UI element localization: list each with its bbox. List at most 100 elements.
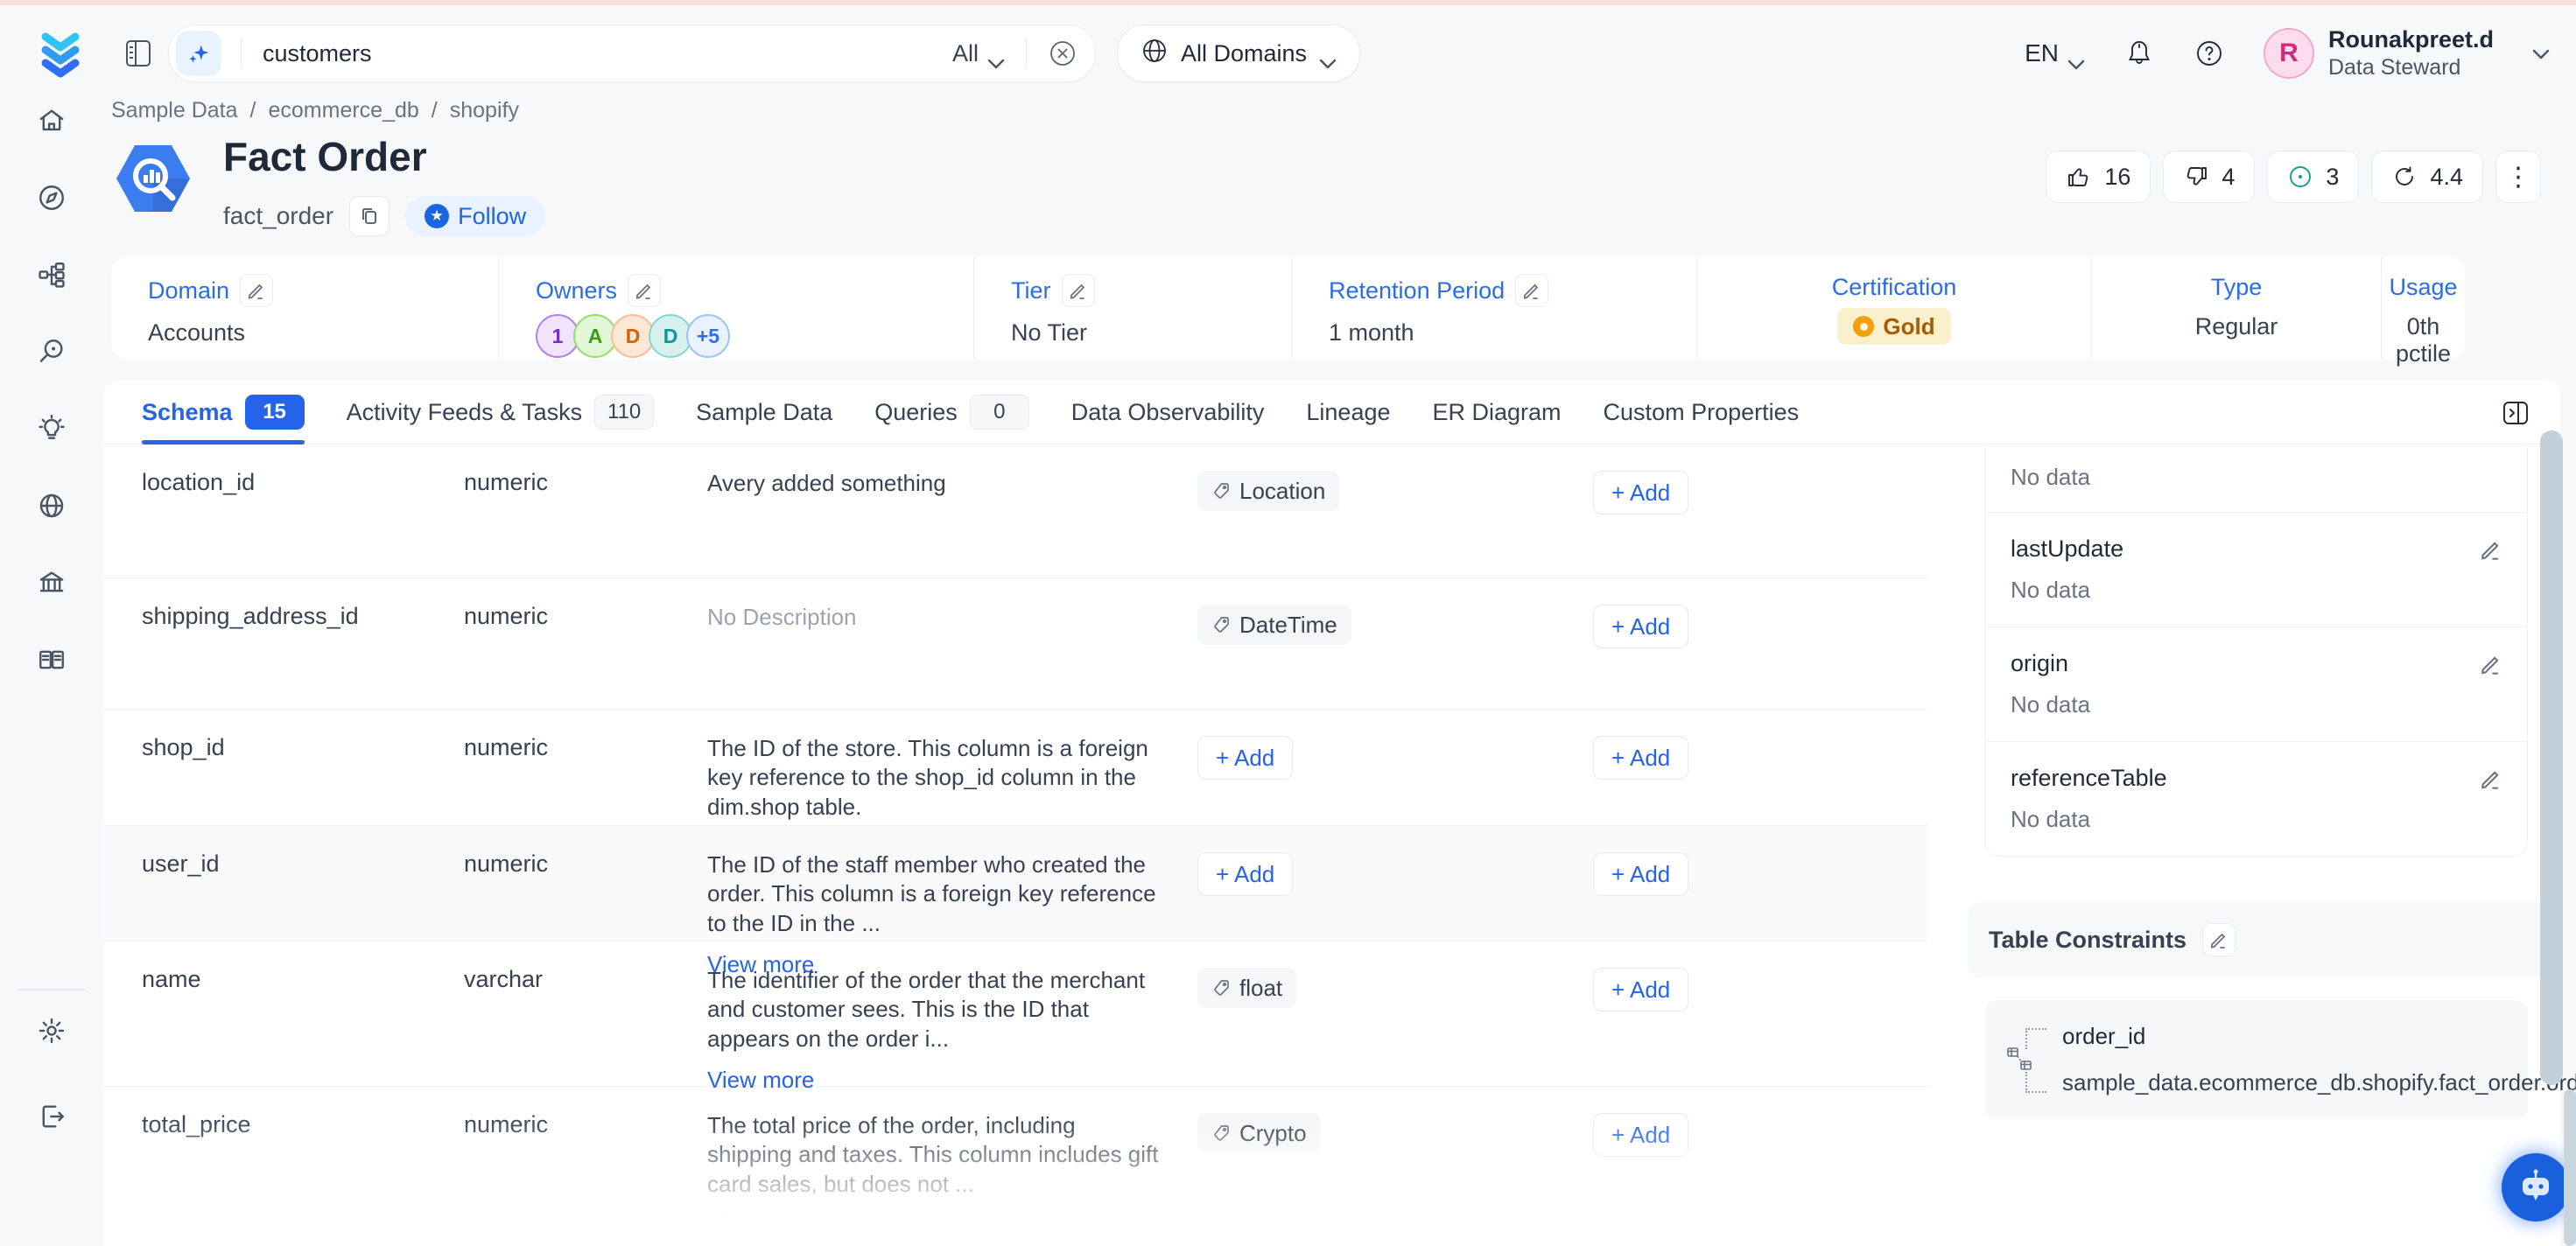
search-input[interactable] [261, 39, 952, 68]
domains-globe-icon[interactable] [36, 490, 67, 522]
logout-icon[interactable] [36, 1101, 67, 1132]
add-tag-button[interactable]: + Add [1197, 736, 1293, 780]
tab-custom-properties[interactable]: Custom Properties [1604, 381, 1800, 444]
tab-schema[interactable]: Schema15 [142, 381, 305, 444]
more-options-button[interactable]: ⋮ [2495, 150, 2541, 203]
insights-bulb-icon[interactable] [36, 413, 67, 444]
breadcrumb-link[interactable]: shopify [450, 98, 519, 123]
edit-domain-icon[interactable] [240, 274, 273, 307]
chevron-down-icon [987, 48, 1005, 59]
add-glossary-term-button[interactable]: + Add [1593, 605, 1688, 648]
search-scope-dropdown[interactable]: All [952, 40, 1005, 67]
retention-value: 1 month [1329, 319, 1696, 346]
column-description: The ID of the staff member who created t… [707, 851, 1156, 936]
property-value: No data [2011, 464, 2502, 491]
clear-search-icon[interactable] [1048, 38, 1077, 68]
column-type: numeric [464, 1111, 707, 1246]
notifications-bell-icon[interactable] [2123, 38, 2155, 69]
column-description: The ID of the store. This column is a fo… [707, 734, 1197, 825]
usage-value: 0th pctile [2382, 313, 2465, 368]
add-glossary-term-button[interactable]: + Add [1593, 852, 1688, 896]
tab-queries[interactable]: Queries0 [874, 381, 1029, 444]
view-more-link[interactable]: View more [707, 1211, 1162, 1240]
foreign-key-icon [2006, 1046, 2032, 1072]
view-more-link[interactable]: View more [707, 1066, 1162, 1095]
tag-icon [1211, 978, 1231, 998]
open-tasks-button[interactable]: 3 [2267, 150, 2359, 203]
property-row: origin No data [1986, 627, 2527, 742]
tab-data-observability[interactable]: Data Observability [1071, 381, 1265, 444]
page-scrollbar[interactable] [2564, 1089, 2576, 1246]
add-glossary-term-button[interactable]: + Add [1593, 1113, 1688, 1157]
custom-properties-card: No data lastUpdate No data origin [1985, 444, 2528, 857]
govern-bank-icon[interactable] [36, 567, 67, 598]
collapse-panel-icon[interactable] [2501, 398, 2530, 428]
medal-icon [1853, 316, 1874, 337]
edit-owners-icon[interactable] [628, 274, 661, 307]
tab-lineage[interactable]: Lineage [1306, 381, 1390, 444]
task-status-icon [2287, 164, 2313, 190]
foreign-key-constraint: order_id sample_data.ecommerce_db.shopif… [1985, 1000, 2528, 1119]
sidebar-toggle-icon[interactable] [124, 38, 152, 69]
help-icon[interactable] [2193, 38, 2225, 69]
edit-retention-icon[interactable] [1515, 274, 1548, 307]
follow-button[interactable]: ★ Follow [405, 196, 545, 236]
tag-chip[interactable]: Crypto [1197, 1113, 1321, 1153]
column-type: numeric [464, 850, 707, 979]
entity-header: Fact Order fact_order ★ Follow 16 4 [111, 131, 2541, 236]
retention-label: Retention Period [1329, 277, 1505, 304]
edit-constraints-icon[interactable] [2202, 923, 2236, 956]
domain-label: Domain [148, 277, 229, 304]
breadcrumb-link[interactable]: Sample Data [111, 98, 238, 123]
downvote-button[interactable]: 4 [2163, 150, 2255, 203]
add-glossary-term-button[interactable]: + Add [1593, 968, 1688, 1012]
tab-bar: Schema15 Activity Feeds & Tasks110 Sampl… [103, 381, 2560, 444]
table-row: shipping_address_id numeric No Descripti… [103, 578, 1927, 710]
app-logo[interactable] [33, 26, 88, 80]
panel-scrollbar[interactable] [2540, 430, 2563, 1085]
add-tag-button[interactable]: + Add [1197, 852, 1293, 896]
home-icon[interactable] [36, 105, 67, 136]
chat-bot-button[interactable] [2502, 1153, 2570, 1222]
settings-gear-icon[interactable] [36, 1015, 67, 1046]
left-nav-bottom [0, 989, 103, 1178]
edit-property-icon[interactable] [2480, 767, 2502, 790]
certification-badge: Gold [1837, 308, 1950, 345]
version-button[interactable]: 4.4 [2371, 150, 2483, 203]
add-glossary-term-button[interactable]: + Add [1593, 736, 1688, 780]
type-label: Type [2211, 274, 2263, 301]
upvote-button[interactable]: 16 [2046, 150, 2151, 203]
tag-icon [1211, 481, 1231, 500]
star-icon: ★ [425, 204, 449, 228]
owners-label: Owners [536, 277, 617, 304]
owner-avatar-more[interactable]: +5 [686, 314, 730, 358]
property-row: lastUpdate No data [1986, 513, 2527, 627]
explore-compass-icon[interactable] [36, 182, 67, 214]
breadcrumb-link[interactable]: ecommerce_db [268, 98, 418, 123]
breadcrumb-separator: / [250, 98, 256, 123]
user-menu[interactable]: R Rounakpreet.d Data Steward [2264, 25, 2550, 81]
edit-tier-icon[interactable] [1062, 274, 1095, 307]
tab-activity-feeds[interactable]: Activity Feeds & Tasks110 [347, 381, 655, 444]
tag-chip[interactable]: float [1197, 968, 1296, 1008]
edit-property-icon[interactable] [2480, 538, 2502, 561]
ai-sparkle-icon[interactable] [176, 31, 221, 76]
add-glossary-term-button[interactable]: + Add [1593, 471, 1688, 514]
left-nav [0, 105, 103, 721]
page-title: Fact Order [223, 133, 545, 180]
tag-chip[interactable]: DateTime [1197, 605, 1351, 645]
divider [241, 38, 242, 68]
tab-er-diagram[interactable]: ER Diagram [1433, 381, 1562, 444]
all-domains-button[interactable]: All Domains [1117, 24, 1360, 82]
glossary-book-icon[interactable] [36, 644, 67, 676]
lineage-hierarchy-icon[interactable] [36, 259, 67, 290]
tab-sample-data[interactable]: Sample Data [696, 381, 832, 444]
language-selector[interactable]: EN [2025, 39, 2085, 67]
observability-search-icon[interactable] [36, 336, 67, 368]
thumbs-down-icon [2183, 164, 2209, 190]
tab-count-badge: 15 [245, 395, 305, 430]
tag-chip[interactable]: Location [1197, 471, 1339, 511]
edit-property-icon[interactable] [2480, 653, 2502, 676]
breadcrumb: Sample Data / ecommerce_db / shopify [111, 98, 519, 123]
copy-icon[interactable] [349, 196, 390, 236]
